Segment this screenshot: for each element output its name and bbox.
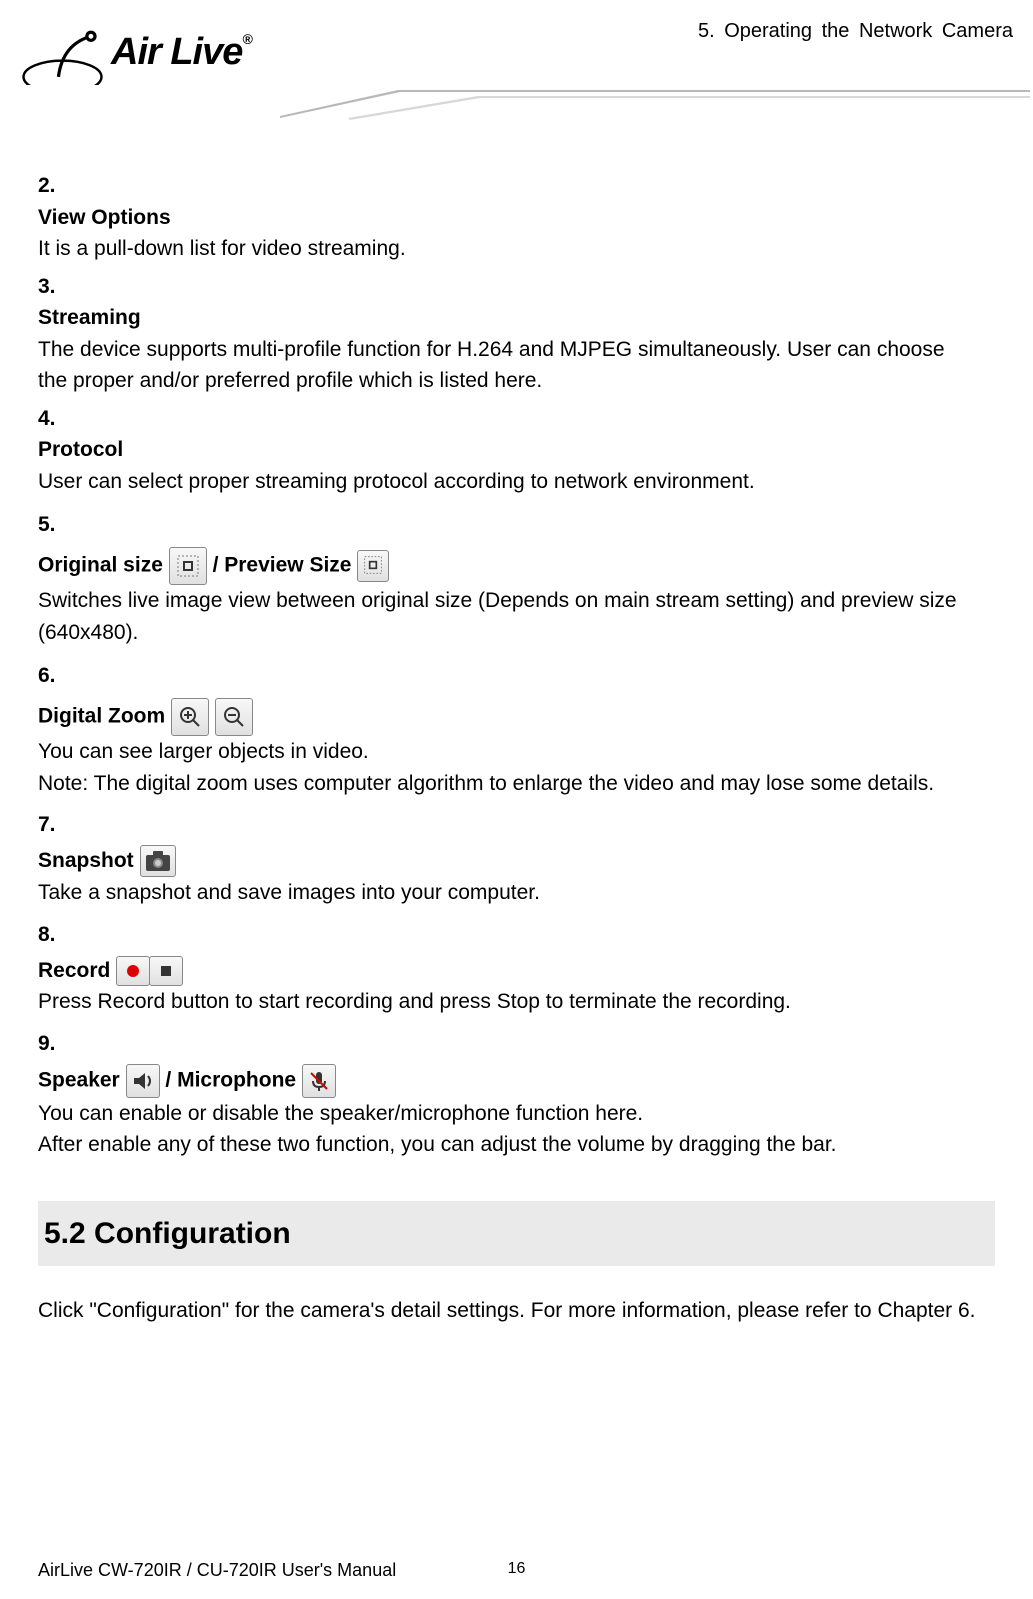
item-number: 9. [38, 1024, 68, 1064]
original-size-icon [169, 547, 207, 585]
list-item-3: 3. Streaming The device supports multi-p… [38, 271, 995, 397]
preview-size-icon [357, 550, 389, 582]
list-item-4: 4. Protocol User can select proper strea… [38, 403, 995, 498]
item-title-part1: Original size [38, 554, 163, 577]
camera-icon [140, 845, 176, 877]
item-desc: Take a snapshot and save images into you… [38, 881, 540, 904]
item-title: Record [38, 959, 110, 982]
speaker-icon [126, 1064, 160, 1098]
list-item-8: 8. Record Press Record button to start r… [38, 915, 995, 1018]
item-number: 3. [38, 271, 68, 303]
page-content: 2. View Options It is a pull-down list f… [0, 120, 1033, 1328]
item-number: 5. [38, 503, 68, 547]
item-title: Snapshot [38, 849, 134, 872]
item-title: Protocol [38, 438, 123, 461]
item-desc: The device supports multi-profile functi… [38, 338, 945, 393]
zoom-in-icon [171, 698, 209, 736]
item-desc: You can enable or disable the speaker/mi… [38, 1102, 643, 1125]
item-desc: Press Record button to start recording a… [38, 990, 791, 1013]
item-number: 8. [38, 915, 68, 955]
item-title: Streaming [38, 306, 141, 329]
record-icon [116, 956, 150, 986]
microphone-icon [302, 1064, 336, 1098]
item-number: 6. [38, 654, 68, 698]
logo-swoosh-icon [20, 20, 105, 85]
item-title: Digital Zoom [38, 705, 165, 728]
page-header: Air Live® 5. Operating the Network Camer… [0, 0, 1033, 120]
item-note: Note: The digital zoom uses computer alg… [38, 772, 934, 795]
list-item-5: 5. Original size / Preview Size Switches… [38, 503, 995, 648]
item-number: 2. [38, 170, 68, 202]
item-desc: Switches live image view between origina… [38, 589, 957, 644]
stop-icon [149, 956, 183, 986]
section-text: Click "Configuration" for the camera's d… [38, 1294, 995, 1328]
page-footer: AirLive CW-720IR / CU-720IR User's Manua… [38, 1560, 995, 1581]
item-desc: User can select proper streaming protoco… [38, 470, 755, 493]
list-item-6: 6. Digital Zoom You can see larger objec… [38, 654, 995, 799]
logo-text: Air Live® [111, 31, 252, 74]
item-number: 4. [38, 403, 68, 435]
manual-title: AirLive CW-720IR / CU-720IR User's Manua… [38, 1560, 396, 1580]
item-title-part1: Speaker [38, 1069, 126, 1092]
item-title-part2: / Microphone [165, 1069, 302, 1092]
item-title-part2: / Preview Size [213, 554, 352, 577]
item-desc: It is a pull-down list for video streami… [38, 237, 406, 260]
section-heading: 5.2 Configuration [38, 1201, 995, 1266]
list-item-9: 9. Speaker / Microphone You can enable o… [38, 1024, 995, 1161]
zoom-out-icon [215, 698, 253, 736]
item-title: View Options [38, 206, 171, 229]
list-item-7: 7. Snapshot Take a snapshot and save ima… [38, 805, 995, 909]
header-divider [280, 90, 1030, 120]
list-item-2: 2. View Options It is a pull-down list f… [38, 170, 995, 265]
chapter-title: 5. Operating the Network Camera [698, 20, 1013, 43]
item-extra: After enable any of these two function, … [38, 1133, 837, 1156]
item-number: 7. [38, 805, 68, 845]
item-desc: You can see larger objects in video. [38, 740, 369, 763]
page-number: 16 [508, 1560, 526, 1578]
